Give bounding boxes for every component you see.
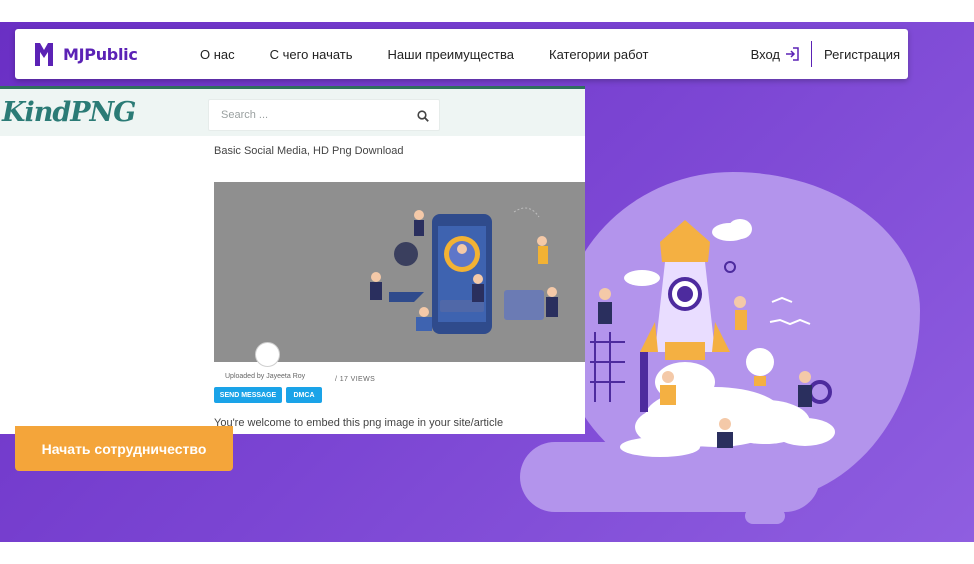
rocket-illustration xyxy=(590,219,835,457)
decorative-blob xyxy=(745,508,785,524)
start-cooperation-button[interactable]: Начать сотрудничество xyxy=(15,426,233,471)
uploader-avatar[interactable] xyxy=(255,342,280,367)
login-label: Вход xyxy=(750,46,780,62)
nav-link-work-categories[interactable]: Категории работ xyxy=(549,47,648,62)
dmca-button[interactable]: DMCA xyxy=(286,387,322,403)
send-message-button[interactable]: SEND MESSAGE xyxy=(214,387,282,403)
search-placeholder: Search ... xyxy=(221,109,269,121)
views-count: / 17 VIEWS xyxy=(335,376,376,383)
login-link[interactable]: Вход xyxy=(751,47,799,62)
embed-welcome-text: You're welcome to embed this png image i… xyxy=(214,417,504,429)
top-navbar: MJPublic О нас С чего начать Наши преиму… xyxy=(15,29,908,79)
register-link[interactable]: Регистрация xyxy=(824,47,900,62)
image-overlay: KindPNG Search ... Basic Social Media, H… xyxy=(0,86,585,434)
kindpng-logo[interactable]: KindPNG xyxy=(2,97,136,128)
search-input[interactable]: Search ... xyxy=(208,99,440,131)
cta-label: Начать сотрудничество xyxy=(41,440,207,457)
social-media-illustration xyxy=(370,207,558,334)
search-icon[interactable] xyxy=(417,110,429,122)
image-title: Basic Social Media, HD Png Download xyxy=(214,145,404,157)
uploaded-by-text: Uploaded by Jayeeta Roy xyxy=(225,373,306,380)
brand-name: MJPublic xyxy=(63,44,138,64)
nav-link-about[interactable]: О нас xyxy=(200,47,235,62)
nav-auth: Вход Регистрация xyxy=(751,41,900,67)
main-nav: О нас С чего начать Наши преимущества Ка… xyxy=(200,47,683,62)
nav-link-getting-started[interactable]: С чего начать xyxy=(270,47,353,62)
overlay-header: KindPNG Search ... xyxy=(0,89,585,136)
social-media-image[interactable] xyxy=(214,182,585,362)
login-icon xyxy=(786,47,799,61)
brand-logo-icon xyxy=(35,43,53,66)
brand-logo[interactable]: MJPublic xyxy=(33,40,193,68)
nav-link-advantages[interactable]: Наши преимущества xyxy=(388,47,515,62)
nav-divider xyxy=(811,41,812,67)
